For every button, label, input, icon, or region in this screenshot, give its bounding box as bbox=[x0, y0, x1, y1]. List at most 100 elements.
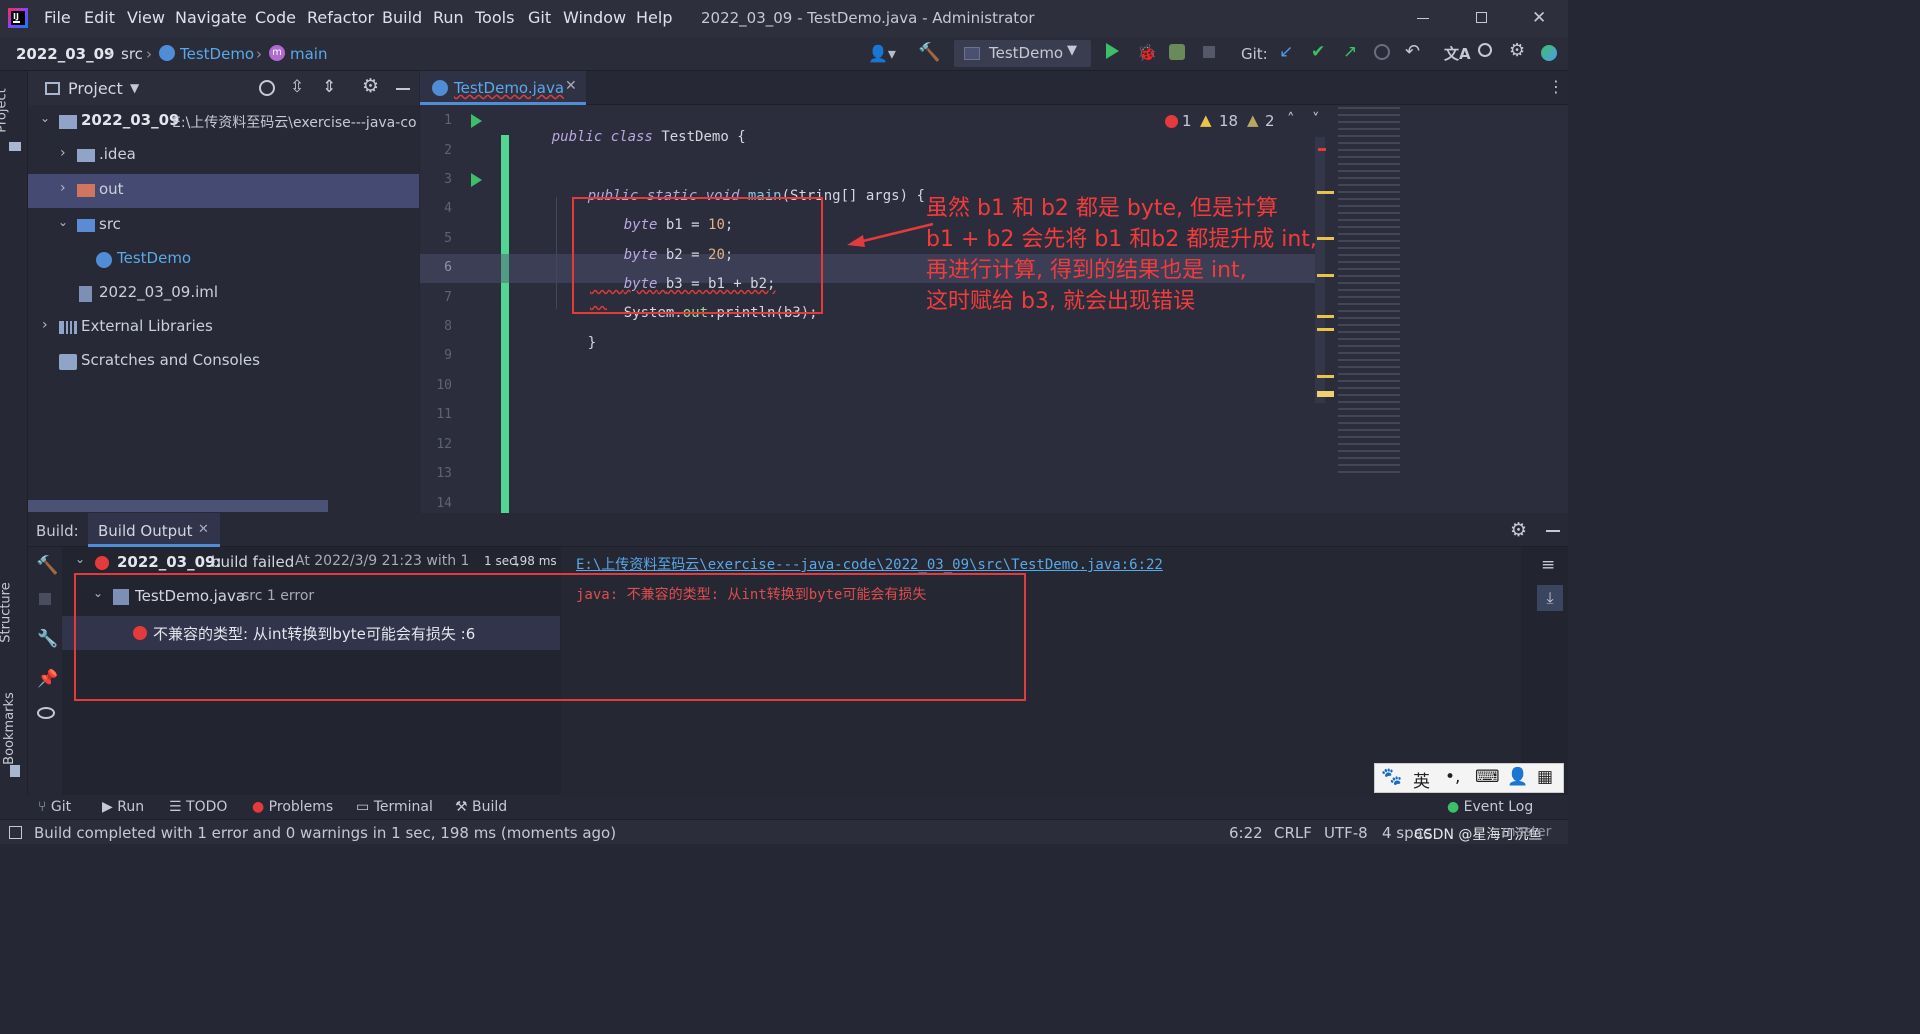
tree-item-testdemo[interactable]: TestDemo bbox=[28, 249, 419, 271]
menu-help[interactable]: Help bbox=[636, 8, 672, 27]
scroll-to-end-icon[interactable]: ⤓ bbox=[1537, 585, 1563, 611]
stop-icon[interactable] bbox=[39, 593, 51, 605]
file-encoding[interactable]: UTF-8 bbox=[1324, 824, 1368, 842]
wrench-icon[interactable]: 🔧 bbox=[37, 629, 58, 649]
chevron-down-icon[interactable]: ˅ bbox=[1312, 110, 1320, 128]
tree-item-root[interactable]: ⌄ 2022_03_09 E:\上传资料至码云\exercise---java-… bbox=[28, 111, 419, 133]
code-line-1[interactable]: public class TestDemo { bbox=[518, 113, 746, 161]
project-panel-title[interactable]: Project bbox=[68, 79, 123, 98]
horizontal-scrollbar[interactable] bbox=[28, 500, 328, 512]
tool-todo[interactable]: ☰ TODO bbox=[169, 799, 227, 815]
git-push-icon[interactable]: ↗ bbox=[1343, 42, 1357, 62]
user-icon[interactable]: 👤 bbox=[1507, 767, 1528, 787]
git-update-icon[interactable]: ↙ bbox=[1279, 42, 1293, 62]
menu-tools[interactable]: Tools bbox=[475, 8, 514, 27]
run-config-dropdown[interactable]: TestDemo ▼ bbox=[954, 40, 1091, 67]
hide-panel-icon[interactable] bbox=[1546, 530, 1560, 532]
tool-git[interactable]: ⑂ Git bbox=[38, 799, 71, 815]
tree-item-src[interactable]: ⌄ src bbox=[28, 215, 419, 237]
minimize-icon[interactable] bbox=[1417, 18, 1429, 19]
tool-build[interactable]: ⚒ Build bbox=[455, 799, 507, 815]
close-tab-icon[interactable]: ✕ bbox=[565, 78, 577, 94]
locate-target-icon[interactable] bbox=[259, 80, 275, 96]
caret-position[interactable]: 6:22 bbox=[1229, 824, 1263, 842]
menu-view[interactable]: View bbox=[127, 8, 165, 27]
run-icon: ▶ bbox=[102, 799, 118, 815]
tree-item-iml[interactable]: 2022_03_09.iml bbox=[28, 283, 419, 305]
menu-build[interactable]: Build bbox=[382, 8, 422, 27]
menu-run[interactable]: Run bbox=[433, 8, 464, 27]
menu-code[interactable]: Code bbox=[255, 8, 296, 27]
tree-item-external-libraries[interactable]: › External Libraries bbox=[28, 317, 419, 339]
eye-icon[interactable] bbox=[37, 707, 55, 719]
tool-run[interactable]: ▶ Run bbox=[102, 799, 144, 815]
build-hammer-icon[interactable]: 🔨 bbox=[918, 42, 940, 63]
event-log-button[interactable]: ● Event Log bbox=[1447, 799, 1533, 815]
error-icon: ● bbox=[252, 799, 269, 815]
build-hammer-icon[interactable]: 🔨 bbox=[36, 555, 58, 576]
more-options-icon[interactable]: ⋮ bbox=[1548, 77, 1564, 96]
close-icon[interactable]: ✕ bbox=[1532, 8, 1546, 28]
debug-icon[interactable]: 🐞 bbox=[1137, 43, 1157, 62]
menu-window[interactable]: Window bbox=[563, 8, 626, 27]
breadcrumb-method[interactable]: main bbox=[290, 45, 327, 63]
bookmark-icon bbox=[10, 765, 20, 777]
breadcrumb-src[interactable]: src bbox=[121, 45, 143, 63]
grid-icon[interactable]: ▦ bbox=[1537, 767, 1553, 787]
project-tool-window-button[interactable]: Project bbox=[0, 79, 24, 151]
line-separator[interactable]: CRLF bbox=[1274, 824, 1312, 842]
git-branch[interactable]: master bbox=[1502, 824, 1551, 840]
gear-icon[interactable]: ⚙ bbox=[362, 75, 379, 97]
bookmarks-tool-window-button[interactable]: Bookmarks bbox=[2, 683, 24, 783]
breadcrumb-class[interactable]: TestDemo bbox=[180, 45, 254, 63]
user-icon[interactable]: 👤▾ bbox=[868, 44, 896, 63]
gear-icon[interactable]: ⚙ bbox=[1510, 519, 1527, 541]
tree-item-idea[interactable]: › .idea bbox=[28, 145, 419, 167]
plugin-icon[interactable] bbox=[1541, 45, 1557, 61]
run-gutter-icon[interactable] bbox=[471, 114, 482, 128]
punctuation-icon[interactable]: •, bbox=[1445, 767, 1460, 787]
rollback-icon[interactable]: ↶ bbox=[1405, 41, 1420, 62]
chevron-down-icon[interactable]: ▼ bbox=[130, 81, 139, 95]
run-gutter-icon[interactable] bbox=[471, 173, 482, 187]
keyboard-icon[interactable]: ⌨ bbox=[1475, 767, 1500, 787]
soft-wrap-icon[interactable]: ≡ bbox=[1541, 555, 1555, 575]
close-tab-icon[interactable]: ✕ bbox=[198, 522, 209, 537]
status-message[interactable]: Build completed with 1 error and 0 warni… bbox=[34, 824, 616, 842]
editor-scrollbar[interactable] bbox=[1315, 137, 1325, 403]
menu-git[interactable]: Git bbox=[528, 8, 551, 27]
line-number: 11 bbox=[436, 407, 452, 422]
menu-edit[interactable]: Edit bbox=[84, 8, 115, 27]
expand-all-icon[interactable]: ⇳ bbox=[290, 77, 304, 97]
chevron-up-icon[interactable]: ˄ bbox=[1287, 110, 1295, 128]
search-icon[interactable] bbox=[1478, 43, 1492, 57]
pin-icon[interactable]: 📌 bbox=[37, 669, 58, 689]
menu-navigate[interactable]: Navigate bbox=[175, 8, 247, 27]
breadcrumb-project[interactable]: 2022_03_09 bbox=[16, 45, 115, 63]
menu-refactor[interactable]: Refactor bbox=[307, 8, 374, 27]
tool-problems[interactable]: ● Problems bbox=[252, 799, 333, 815]
coverage-icon[interactable] bbox=[1169, 44, 1185, 60]
tree-item-scratches[interactable]: Scratches and Consoles bbox=[28, 351, 419, 373]
inspection-widget[interactable]: 1 ▲ 18 ▲ 2 ˄ ˅ bbox=[1165, 110, 1325, 132]
settings-gear-icon[interactable]: ⚙ bbox=[1509, 40, 1525, 61]
tree-item-out[interactable]: › out bbox=[28, 174, 419, 208]
build-output-tab[interactable]: Build Output ✕ bbox=[88, 513, 220, 547]
restore-icon[interactable] bbox=[1476, 12, 1487, 23]
stop-icon[interactable] bbox=[1203, 46, 1215, 58]
history-icon[interactable] bbox=[1374, 44, 1390, 60]
code-line-8[interactable]: } bbox=[554, 319, 596, 367]
translate-icon[interactable]: 文A bbox=[1444, 43, 1471, 64]
run-icon[interactable] bbox=[1106, 43, 1119, 59]
structure-tool-window-button[interactable]: Structure bbox=[0, 571, 24, 661]
ime-language-toggle[interactable]: 英 bbox=[1413, 767, 1430, 792]
menu-file[interactable]: File bbox=[44, 8, 71, 27]
paw-icon[interactable]: 🐾 bbox=[1381, 767, 1402, 787]
git-commit-icon[interactable]: ✔ bbox=[1311, 42, 1325, 62]
error-location-link[interactable]: E:\上传资料至码云\exercise---java-code\2022_03_… bbox=[576, 554, 1163, 574]
collapse-all-icon[interactable]: ⇕ bbox=[322, 77, 336, 97]
hide-panel-icon[interactable] bbox=[396, 88, 410, 90]
status-window-icon[interactable] bbox=[9, 826, 22, 839]
editor-tab-testdemo[interactable]: TestDemo.java ✕ bbox=[420, 71, 586, 105]
tool-terminal[interactable]: ▭ Terminal bbox=[356, 799, 433, 815]
